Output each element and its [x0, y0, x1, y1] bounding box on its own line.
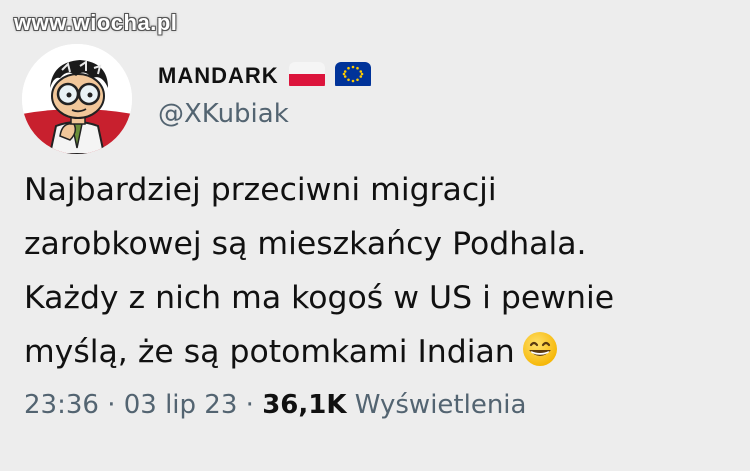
flag-poland-icon — [288, 62, 325, 90]
views-count: 36,1K — [262, 390, 347, 420]
meta-separator: · — [237, 390, 263, 420]
tweet-line-last: myślą, że są potomkami Indian — [24, 325, 736, 385]
tweet-text: Najbardziej przeciwni migracji zarobkowe… — [24, 163, 736, 385]
tweet-line: Każdy z nich ma kogoś w US i pewnie — [24, 280, 615, 316]
watermark: www.wiocha.pl — [14, 10, 178, 35]
flag-eu-icon — [334, 62, 371, 90]
tweet-date[interactable]: 03 lip 23 — [124, 390, 238, 420]
author-name-row[interactable]: MANDARK — [158, 62, 371, 90]
views-label: Wyświetlenia — [354, 390, 527, 420]
tweet-line: zarobkowej są mieszkańcy Podhala. — [24, 226, 587, 262]
tweet-line: myślą, że są potomkami Indian — [24, 334, 515, 370]
meta-separator: · — [98, 390, 124, 420]
tweet-line: Najbardziej przeciwni migracji — [24, 172, 497, 208]
avatar-cartoon-icon — [22, 44, 132, 154]
author-display-name[interactable]: MANDARK — [158, 63, 279, 89]
tweet-meta: 23:36 · 03 lip 23 · 36,1K Wyświetlenia — [24, 390, 526, 420]
grinning-face-icon — [521, 330, 559, 385]
author-handle[interactable]: @XKubiak — [158, 99, 289, 129]
avatar[interactable] — [22, 44, 132, 154]
tweet-time[interactable]: 23:36 — [24, 390, 99, 420]
